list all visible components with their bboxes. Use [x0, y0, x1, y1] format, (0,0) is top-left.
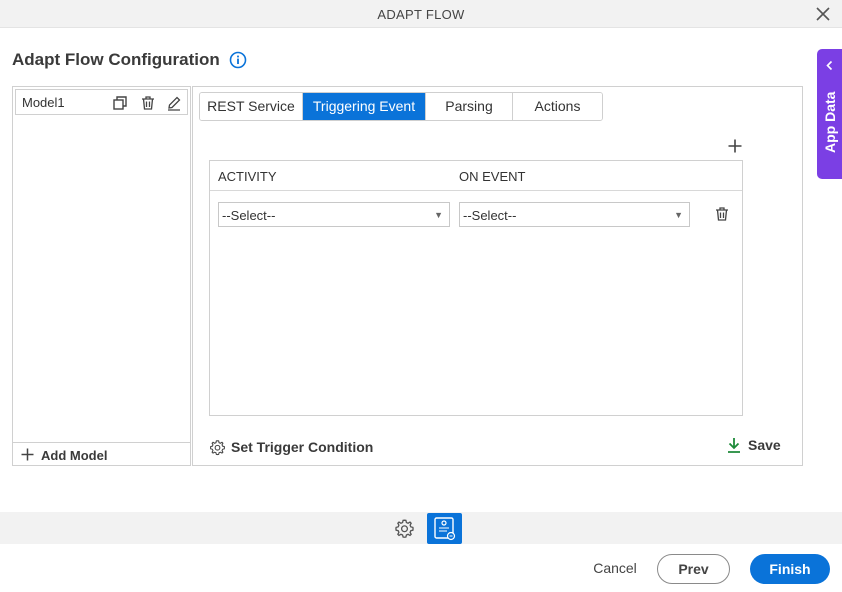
tab-parsing[interactable]: Parsing: [426, 93, 513, 120]
models-panel: Model1 Add Model: [12, 86, 191, 466]
activity-select-value: --Select--: [222, 208, 276, 223]
close-icon[interactable]: [814, 5, 832, 23]
plus-icon: [21, 448, 34, 461]
save-button[interactable]: Save: [727, 436, 781, 454]
tab-rest-service[interactable]: REST Service: [200, 93, 303, 120]
app-data-label: App Data: [821, 91, 838, 153]
copy-icon[interactable]: [112, 95, 128, 111]
on-event-select-value: --Select--: [463, 208, 517, 223]
dropdown-arrow-icon: ▼: [674, 210, 683, 220]
on-event-select[interactable]: --Select-- ▼: [459, 202, 690, 227]
prev-button[interactable]: Prev: [657, 554, 730, 584]
column-header-on-event: ON EVENT: [459, 169, 526, 184]
activity-select[interactable]: --Select-- ▼: [218, 202, 450, 227]
add-model-label: Add Model: [41, 448, 108, 463]
model-item[interactable]: Model1: [15, 89, 188, 115]
trigger-grid: ACTIVITY ON EVENT --Select-- ▼ --Select-…: [209, 160, 743, 416]
chevron-left-icon: [826, 60, 833, 71]
download-icon: [728, 438, 740, 453]
gear-icon: [210, 439, 225, 455]
set-trigger-condition-button[interactable]: Set Trigger Condition: [209, 438, 373, 456]
add-model-button[interactable]: Add Model: [13, 442, 190, 466]
cancel-button[interactable]: Cancel: [585, 560, 645, 580]
tab-triggering-event[interactable]: Triggering Event: [303, 93, 426, 120]
dialog-title: ADAPT FLOW: [377, 7, 465, 22]
page-heading: Adapt Flow Configuration: [12, 49, 247, 71]
tab-actions[interactable]: Actions: [513, 93, 602, 120]
edit-icon[interactable]: [166, 95, 182, 111]
grid-header: ACTIVITY ON EVENT: [210, 161, 742, 191]
finish-button[interactable]: Finish: [750, 554, 830, 584]
delete-row-icon[interactable]: [714, 206, 730, 222]
page-title: Adapt Flow Configuration: [12, 50, 220, 69]
flow-diagram-icon: [434, 517, 456, 541]
dropdown-arrow-icon: ▼: [434, 210, 443, 220]
add-row-icon[interactable]: [728, 139, 742, 153]
app-data-tab[interactable]: App Data: [817, 49, 842, 179]
dialog-titlebar: ADAPT FLOW: [0, 0, 842, 28]
bottom-toolbar: [0, 512, 842, 544]
trash-icon[interactable]: [140, 95, 156, 111]
column-header-activity: ACTIVITY: [218, 169, 277, 184]
info-icon[interactable]: [229, 51, 247, 69]
settings-icon[interactable]: [394, 518, 415, 539]
tab-bar: REST Service Triggering Event Parsing Ac…: [199, 92, 603, 121]
save-label: Save: [748, 437, 781, 453]
configuration-panel: REST Service Triggering Event Parsing Ac…: [192, 86, 803, 466]
adapt-flow-icon[interactable]: [427, 513, 462, 544]
model-name: Model1: [22, 95, 65, 110]
set-trigger-condition-label: Set Trigger Condition: [231, 439, 374, 455]
